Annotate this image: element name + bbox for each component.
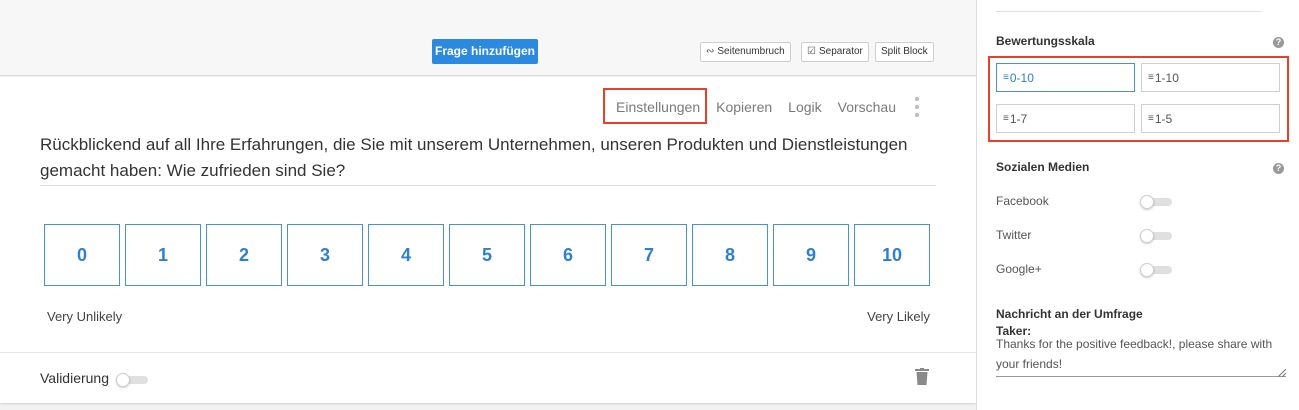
add-question-button[interactable]: Frage hinzufügen xyxy=(432,39,538,64)
social-label: Twitter xyxy=(996,228,1032,242)
social-toggle[interactable] xyxy=(1140,229,1174,243)
rating-scale-heading: Bewertungsskala xyxy=(996,34,1095,48)
trash-icon[interactable] xyxy=(915,368,929,385)
card-footer-divider xyxy=(0,352,976,353)
validation-label: Validierung xyxy=(40,370,110,386)
question-text: Rückblickend auf all Ihre Erfahrungen, d… xyxy=(40,135,908,180)
more-options-icon[interactable] xyxy=(914,97,920,117)
page-break-button[interactable]: ∾ Seitenumbruch xyxy=(700,42,791,62)
social-label: Google+ xyxy=(996,262,1042,276)
resize-grip-icon[interactable] xyxy=(1278,369,1286,377)
scale-option[interactable]: 6 xyxy=(530,224,606,286)
nps-scale: 0 1 2 3 4 5 6 7 8 9 10 xyxy=(44,224,930,286)
separator-button[interactable]: ☑ Separator xyxy=(801,42,869,62)
social-toggle[interactable] xyxy=(1140,195,1174,209)
scale-option[interactable]: 0 xyxy=(44,224,120,286)
split-block-button[interactable]: Split Block xyxy=(875,42,934,62)
question-toolbar-band: Frage hinzufügen ∾ Seitenumbruch ☑ Separ… xyxy=(0,0,976,76)
question-divider xyxy=(40,185,936,186)
message-textarea[interactable]: Thanks for the positive feedback!, pleas… xyxy=(996,334,1286,377)
scale-option[interactable]: 2 xyxy=(206,224,282,286)
scale-option[interactable]: 8 xyxy=(692,224,768,286)
scale-option[interactable]: 7 xyxy=(611,224,687,286)
social-toggle[interactable] xyxy=(1140,263,1174,277)
question-card: Einstellungen Kopieren Logik Vorschau Rü… xyxy=(0,77,976,403)
scale-option[interactable]: 10 xyxy=(854,224,930,286)
scale-option[interactable]: 3 xyxy=(287,224,363,286)
page-break-label: Seitenumbruch xyxy=(717,46,785,57)
scale-option[interactable]: 4 xyxy=(368,224,444,286)
scale-option[interactable]: 1 xyxy=(125,224,201,286)
split-block-label: Split Block xyxy=(881,46,928,57)
logic-action[interactable]: Logik xyxy=(788,99,821,115)
social-label: Facebook xyxy=(996,194,1049,208)
survey-editor: Frage hinzufügen ∾ Seitenumbruch ☑ Separ… xyxy=(0,0,1299,410)
rating-scale-highlight-box xyxy=(988,56,1289,142)
scale-option[interactable]: 5 xyxy=(449,224,525,286)
copy-action[interactable]: Kopieren xyxy=(716,99,772,115)
social-media-heading: Sozialen Medien xyxy=(996,160,1090,174)
scale-label-low: Very Unlikely xyxy=(47,309,123,324)
validation-toggle[interactable] xyxy=(116,373,150,387)
separator-label: Separator xyxy=(818,46,863,57)
check-square-icon: ☑ xyxy=(807,46,816,57)
scale-option[interactable]: 9 xyxy=(773,224,849,286)
scale-label-high: Very Likely xyxy=(867,309,930,324)
preview-action[interactable]: Vorschau xyxy=(838,99,896,115)
question-circle-icon[interactable]: ? xyxy=(1273,163,1284,174)
link-break-icon: ∾ xyxy=(706,46,715,57)
question-circle-icon[interactable]: ? xyxy=(1273,37,1284,48)
panel-divider xyxy=(996,11,1262,12)
settings-highlight-box xyxy=(603,88,707,124)
